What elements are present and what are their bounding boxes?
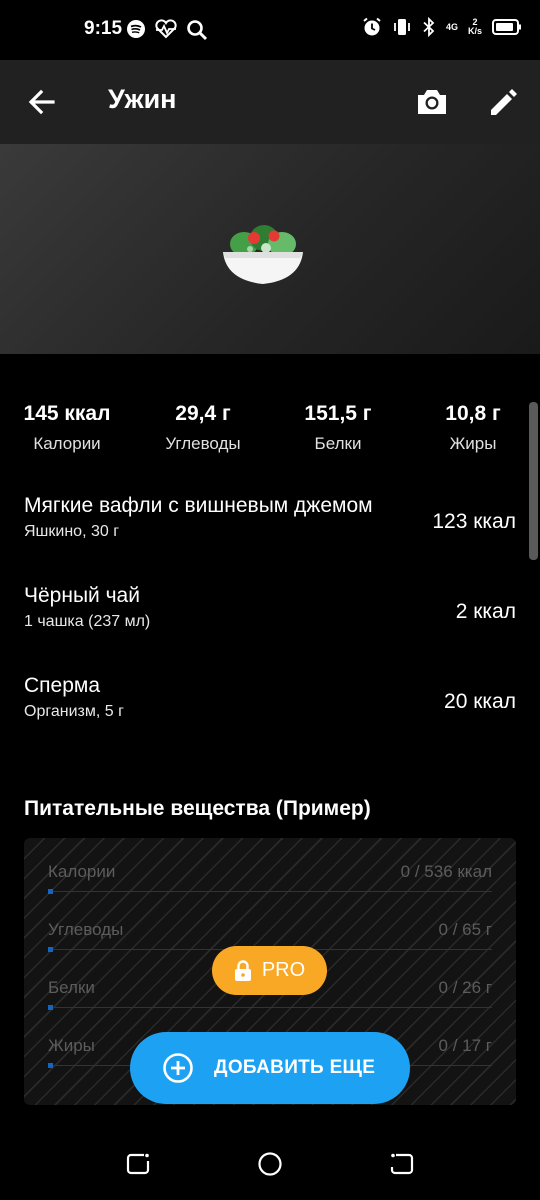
nutrient-label: Углеводы [48, 920, 124, 939]
vibrate-icon [394, 19, 410, 35]
system-nav-bar [0, 1128, 540, 1200]
add-more-button[interactable]: ДОБАВИТЬ ЕЩЕ [130, 1032, 410, 1104]
macro-calories: 145 ккал Калории [2, 402, 132, 454]
macro-label: Жиры [449, 434, 497, 453]
nutrient-progress-fill [48, 947, 53, 952]
food-name: Чёрный чай [24, 584, 140, 607]
food-item[interactable]: Чёрный чай 1 чашка (237 мл) 2 ккал [24, 584, 516, 644]
add-more-label: ДОБАВИТЬ ЕЩЕ [214, 1057, 376, 1078]
network-indicator: 4G [445, 21, 458, 32]
heartbeat-icon [155, 19, 177, 39]
macro-value: 29,4 г [175, 402, 231, 425]
nutrients-title: Питательные вещества (Пример) [24, 797, 371, 820]
nutrient-progress-fill [48, 1005, 53, 1010]
nutrient-value: 0 / 26 г [438, 978, 492, 997]
network-speed: 2 K/s [468, 18, 482, 36]
nutrient-label: Белки [48, 978, 95, 997]
food-calories: 123 ккал [432, 510, 516, 533]
nutrient-progress-track [48, 1007, 492, 1008]
nutrient-value: 0 / 65 г [438, 920, 492, 939]
macro-value: 151,5 г [304, 402, 372, 425]
salad-bowl-icon [223, 225, 303, 284]
lock-icon [234, 959, 251, 981]
nutrient-progress-fill [48, 889, 53, 894]
nutrient-label: Жиры [48, 1036, 95, 1055]
camera-button[interactable] [414, 84, 450, 120]
food-details: 1 чашка (237 мл) [24, 613, 151, 630]
nutrient-progress-fill [48, 1063, 53, 1068]
pro-unlock-button[interactable]: PRO [212, 946, 327, 995]
battery-icon [492, 19, 521, 35]
page-title: Ужин [108, 84, 177, 114]
macro-value: 145 ккал [23, 402, 111, 425]
back-button[interactable] [24, 84, 60, 120]
pencil-icon [491, 89, 517, 115]
food-calories: 2 ккал [455, 600, 516, 623]
status-left-icons [126, 19, 208, 41]
macro-carbs: 29,4 г Углеводы [138, 402, 268, 454]
status-time: 9:15 [84, 18, 123, 39]
status-bar: 9:15 4G 2 K/s [0, 0, 540, 60]
nutrient-value: 0 / 17 г [438, 1036, 492, 1055]
meal-hero-image [0, 144, 540, 354]
recent-apps-icon [126, 1153, 150, 1175]
macro-label: Калории [33, 434, 101, 453]
macro-protein: 151,5 г Белки [273, 402, 403, 454]
network-type: 4G [445, 21, 458, 32]
macro-summary: 145 ккал Калории 29,4 г Углеводы 151,5 г… [0, 402, 540, 462]
recent-apps-button[interactable] [124, 1150, 152, 1178]
app-bar: Ужин [0, 60, 540, 144]
home-button[interactable] [256, 1150, 284, 1178]
plus-circle-icon [163, 1053, 193, 1083]
arrow-left-icon [28, 89, 55, 115]
nutrient-row-calories: Калории 0 / 536 ккал [48, 862, 492, 894]
back-nav-icon [390, 1153, 414, 1175]
camera-icon [418, 90, 446, 114]
macro-label: Белки [314, 434, 362, 453]
food-item[interactable]: Мягкие вафли с вишневым джемом Яшкино, 3… [24, 494, 516, 554]
search-icon [187, 20, 208, 41]
spotify-icon [127, 20, 145, 38]
food-name: Мягкие вафли с вишневым джемом [24, 494, 373, 517]
nutrient-value: 0 / 536 ккал [400, 862, 492, 881]
food-name: Сперма [24, 674, 101, 697]
food-item[interactable]: Сперма Организм, 5 г 20 ккал [24, 674, 516, 734]
food-details: Организм, 5 г [24, 703, 124, 720]
macro-label: Углеводы [165, 434, 241, 453]
bluetooth-icon [423, 17, 435, 37]
home-icon [258, 1152, 282, 1176]
macro-fat: 10,8 г Жиры [408, 402, 538, 454]
pro-label: PRO [261, 959, 306, 981]
nutrient-progress-track [48, 891, 492, 892]
alarm-icon [363, 17, 381, 36]
back-nav-button[interactable] [388, 1150, 416, 1178]
food-calories: 20 ккал [444, 690, 516, 713]
macro-value: 10,8 г [445, 402, 501, 425]
scrollbar[interactable] [529, 402, 538, 560]
edit-button[interactable] [486, 84, 522, 120]
network-speed-unit: K/s [467, 26, 482, 36]
status-right-icons: 4G 2 K/s [362, 17, 522, 37]
nutrient-label: Калории [48, 862, 116, 881]
